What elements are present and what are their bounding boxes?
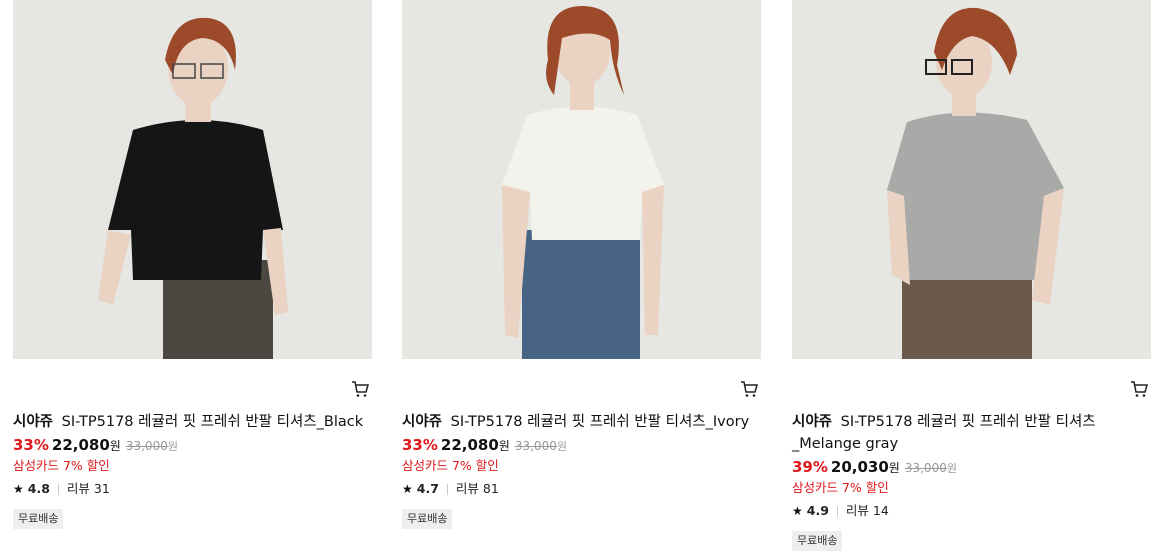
price-row: 33% 22,080원 33,000원: [402, 435, 762, 457]
discount-rate: 33%: [13, 436, 49, 454]
price-row: 39% 20,030원 33,000원: [792, 457, 1152, 479]
card-promo: 삼성카드 7% 할인: [402, 458, 499, 473]
rating-value: 4.8: [27, 481, 50, 496]
product-card[interactable]: 시야쥬 SI-TP5178 레귤러 핏 프레쉬 반팔 티셔츠_Black 33%…: [13, 0, 373, 529]
product-title[interactable]: 시야쥬 SI-TP5178 레귤러 핏 프레쉬 반팔 티셔츠 _Melange …: [792, 411, 1152, 455]
product-title[interactable]: 시야쥬 SI-TP5178 레귤러 핏 프레쉬 반팔 티셔츠_Black: [13, 411, 373, 433]
star-icon: ★: [402, 482, 413, 496]
product-name[interactable]: SI-TP5178 레귤러 핏 프레쉬 반팔 티셔츠_Black: [62, 414, 364, 430]
sale-price: 22,080: [51, 436, 110, 454]
discount-rate: 39%: [792, 458, 828, 476]
sale-price: 20,030: [830, 458, 889, 476]
product-card[interactable]: 시야쥬 SI-TP5178 레귤러 핏 프레쉬 반팔 티셔츠_Ivory 33%…: [402, 0, 762, 529]
card-promo: 삼성카드 7% 할인: [13, 458, 110, 473]
product-image[interactable]: [792, 0, 1151, 359]
divider: [446, 484, 448, 495]
free-shipping-badge: 무료배송: [792, 531, 843, 551]
product-name-suffix[interactable]: _Melange gray: [792, 436, 898, 452]
star-icon: ★: [13, 482, 24, 496]
product-card[interactable]: 시야쥬 SI-TP5178 레귤러 핏 프레쉬 반팔 티셔츠 _Melange …: [792, 0, 1152, 551]
divider: [57, 484, 59, 495]
original-price: 33,000: [904, 461, 947, 475]
free-shipping-badge: 무료배송: [13, 509, 64, 529]
rating-row: ★ 4.9 리뷰 14: [792, 500, 1152, 522]
cart-icon[interactable]: [1130, 380, 1148, 398]
card-promo: 삼성카드 7% 할인: [792, 480, 889, 495]
rating-value: 4.9: [806, 503, 829, 518]
star-icon: ★: [792, 504, 803, 518]
brand-name[interactable]: 시야쥬: [13, 414, 53, 430]
brand-name[interactable]: 시야쥬: [792, 414, 832, 430]
cart-icon[interactable]: [740, 380, 758, 398]
rating-row: ★ 4.7 리뷰 81: [402, 478, 762, 500]
product-title[interactable]: 시야쥬 SI-TP5178 레귤러 핏 프레쉬 반팔 티셔츠_Ivory: [402, 411, 762, 433]
review-count[interactable]: 리뷰 81: [456, 481, 499, 496]
divider: [836, 506, 838, 517]
product-image[interactable]: [402, 0, 761, 359]
original-currency: 원: [556, 440, 567, 453]
sale-price: 22,080: [440, 436, 499, 454]
free-shipping-badge: 무료배송: [402, 509, 453, 529]
price-row: 33% 22,080원 33,000원: [13, 435, 373, 457]
product-image[interactable]: [13, 0, 372, 359]
rating-value: 4.7: [416, 481, 439, 496]
brand-name[interactable]: 시야쥬: [402, 414, 442, 430]
review-count[interactable]: 리뷰 31: [67, 481, 110, 496]
original-price: 33,000: [514, 439, 557, 453]
original-currency: 원: [167, 440, 178, 453]
currency: 원: [109, 439, 121, 453]
rating-row: ★ 4.8 리뷰 31: [13, 478, 373, 500]
currency: 원: [888, 461, 900, 475]
original-price: 33,000: [125, 439, 168, 453]
cart-icon[interactable]: [351, 380, 369, 398]
discount-rate: 33%: [402, 436, 438, 454]
product-name[interactable]: SI-TP5178 레귤러 핏 프레쉬 반팔 티셔츠_Ivory: [451, 414, 750, 430]
product-name[interactable]: SI-TP5178 레귤러 핏 프레쉬 반팔 티셔츠: [841, 414, 1096, 430]
original-currency: 원: [946, 462, 957, 475]
review-count[interactable]: 리뷰 14: [846, 503, 889, 518]
currency: 원: [498, 439, 510, 453]
